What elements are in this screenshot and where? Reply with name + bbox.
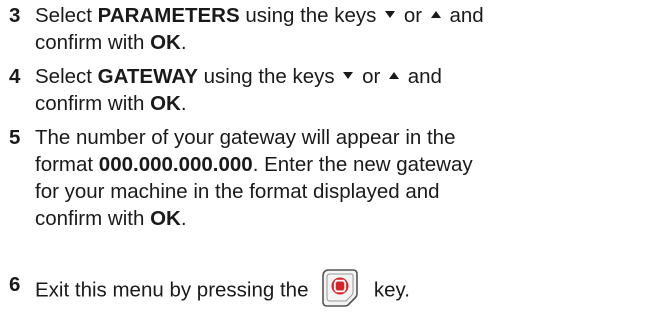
text-segment: Select <box>35 65 98 88</box>
step-text: Exit this menu by pressing the key. <box>35 269 647 311</box>
text-segment: . Enter the new gateway <box>252 153 473 176</box>
text-segment: key. <box>373 278 410 302</box>
step-number: 4 <box>9 65 21 88</box>
text-segment: . <box>180 207 187 230</box>
ok-key-label: OK <box>150 31 181 54</box>
text-segment: format <box>35 153 99 176</box>
text-segment: using the keys <box>197 65 335 88</box>
ok-key-label: OK <box>150 207 181 230</box>
step-number: 5 <box>9 126 21 149</box>
text-segment: . <box>180 92 187 115</box>
text-segment: Exit this menu by pressing the <box>35 278 309 302</box>
text-segment: . <box>180 31 187 54</box>
step-number: 3 <box>9 4 21 27</box>
step-text: The number of your gateway will appear i… <box>35 124 647 232</box>
arrow-down-icon <box>385 11 396 19</box>
step-4: 4 Select GATEWAY using the keys or and c… <box>0 63 653 117</box>
step-number: 6 <box>9 273 21 296</box>
menu-item-parameters: PARAMETERS <box>97 4 240 27</box>
text-segment: using the keys <box>239 4 377 27</box>
step-text: Select GATEWAY using the keys or and con… <box>35 63 647 117</box>
text-segment: or <box>362 65 381 88</box>
stop-key-icon <box>322 269 358 307</box>
text-segment: confirm with <box>35 207 151 230</box>
text-segment: and <box>449 4 484 27</box>
arrow-up-icon <box>389 72 400 80</box>
step-3: 3 Select PARAMETERS using the keys or an… <box>0 2 653 56</box>
text-segment: The number of your gateway will appear i… <box>35 126 456 149</box>
text-segment: and <box>407 65 442 88</box>
ok-key-label: OK <box>150 92 181 115</box>
text-segment: for your machine in the format displayed… <box>35 180 440 203</box>
gateway-format: 000.000.000.000 <box>98 153 253 176</box>
arrow-up-icon <box>430 11 441 19</box>
text-segment: confirm with <box>35 31 151 54</box>
step-6: 6 Exit this menu by pressing the key. <box>0 269 653 311</box>
step-5: 5 The number of your gateway will appear… <box>0 124 653 232</box>
text-segment: or <box>403 4 423 27</box>
step-text: Select PARAMETERS using the keys or and … <box>35 2 647 56</box>
menu-item-gateway: GATEWAY <box>97 65 198 88</box>
text-segment: confirm with <box>35 92 151 115</box>
text-segment: Select <box>35 4 98 27</box>
arrow-down-icon <box>343 72 354 80</box>
